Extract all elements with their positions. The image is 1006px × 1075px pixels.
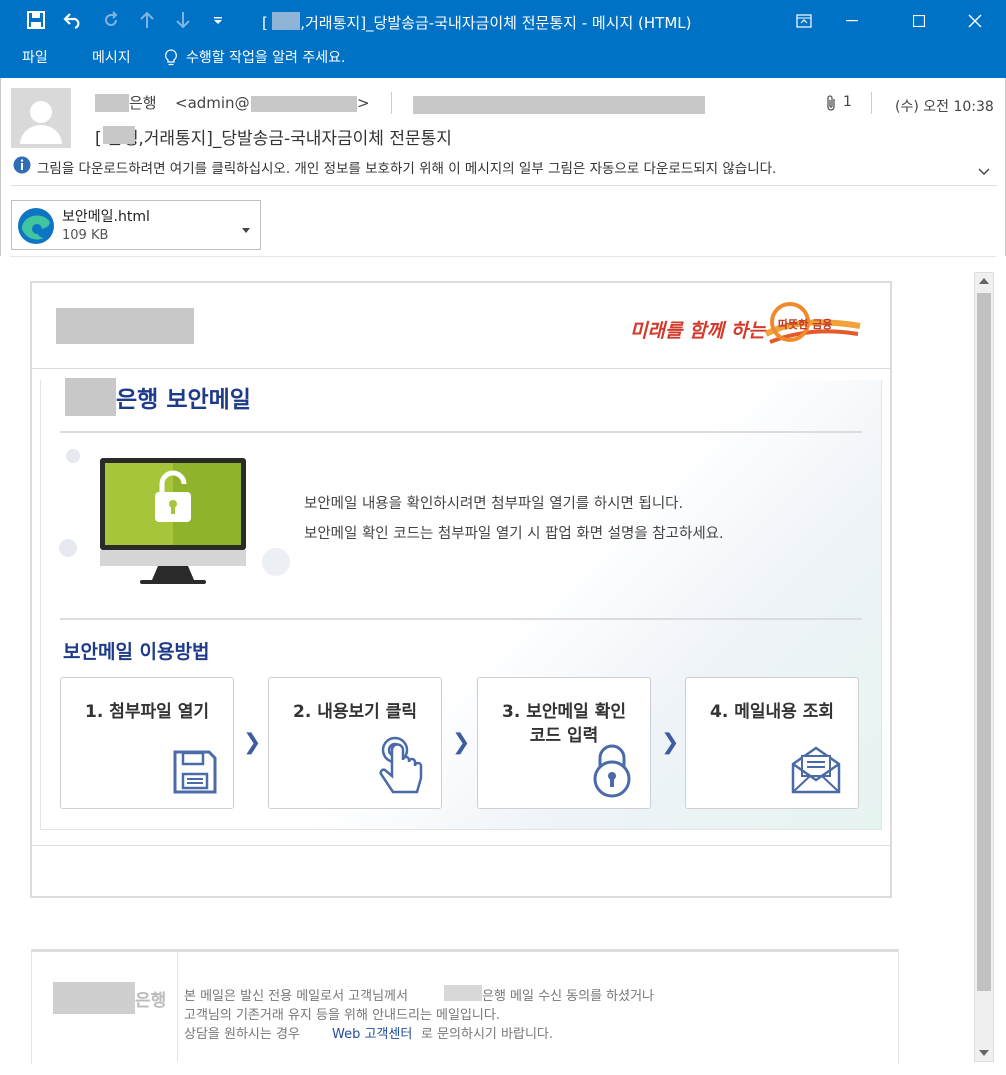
- scrollbar-thumb[interactable]: [977, 293, 991, 991]
- divider: [60, 431, 862, 433]
- customer-center-link[interactable]: Web 고객센터: [332, 1023, 412, 1042]
- avatar: [11, 88, 71, 148]
- step-label: 2. 내용보기 클릭: [293, 702, 417, 722]
- decor-dot: [262, 548, 290, 576]
- subject: [ 은행,거래통지]_당발송금-국내자금이체 전문통지: [95, 129, 452, 149]
- warm-finance-logo: 따뜻한 금융: [760, 296, 864, 352]
- redacted-bank-logo: [53, 982, 135, 1014]
- customize-qat-icon[interactable]: [206, 8, 230, 32]
- received-date: (수) 오전 10:38: [895, 99, 994, 115]
- attachment-card[interactable]: 보안메일.html 109 KB: [11, 200, 261, 250]
- paperclip-icon: [825, 94, 837, 116]
- undo-icon[interactable]: [61, 8, 85, 32]
- footer-line-1b: 은행 메일 수신 동의를 하셨거나: [482, 989, 655, 1004]
- attachment-name: 보안메일.html: [62, 209, 150, 225]
- monitor-lock-illustration: [100, 458, 246, 586]
- attachment-size: 109 KB: [62, 228, 109, 243]
- step-label: 1. 첨부파일 열기: [85, 702, 209, 722]
- divider: [10, 256, 996, 257]
- redacted-bank-logo: [56, 308, 194, 344]
- maximize-icon[interactable]: [896, 0, 942, 42]
- redacted-bank-name: [272, 12, 300, 30]
- vertical-scrollbar[interactable]: [974, 272, 994, 1062]
- padlock-icon: [593, 744, 631, 798]
- close-icon[interactable]: [952, 0, 998, 42]
- info-icon: [13, 156, 31, 178]
- step-open-attachment: 1. 첨부파일 열기: [60, 677, 234, 809]
- chevron-right-icon: ❯: [452, 730, 471, 755]
- message-header: 은행 <admin@ > 1 (수) 오전 10:38 [ 은행,거래통지]_당…: [0, 78, 1006, 256]
- download-pictures-infobar[interactable]: 그림을 다운로드하려면 여기를 클릭하십시오. 개인 정보를 보호하기 위해 이…: [37, 157, 776, 177]
- edge-html-file-icon: [17, 207, 55, 249]
- title-bar: [ 은행,거래통지]_당발송금-국내자금이체 전문통지 - 메시지 (HTML): [0, 0, 1006, 42]
- divider: [871, 92, 872, 114]
- footer-bank-label: 은행: [135, 991, 167, 1011]
- redacted-recipient: [413, 96, 705, 114]
- touch-hand-icon: [379, 736, 423, 794]
- footer-line-1a: 본 메일은 발신 전용 메일로서 고객님께서: [184, 989, 408, 1004]
- footer-line-3b: 로 문의하시기 바랍니다.: [421, 1027, 553, 1042]
- divider: [32, 845, 890, 846]
- divider: [32, 368, 890, 369]
- ribbon: 파일 메시지 수행할 작업을 알려 주세요.: [0, 42, 1006, 78]
- attachment-count: 1: [843, 94, 852, 110]
- redacted-sender: [95, 94, 129, 112]
- footer-line-3a: 상담을 원하시는 경우: [184, 1027, 300, 1042]
- tab-message[interactable]: 메시지: [92, 47, 131, 67]
- divider: [11, 185, 997, 186]
- tab-file[interactable]: 파일: [22, 47, 48, 67]
- divider: [177, 952, 178, 1062]
- instruction-line-2: 보안메일 확인 코드는 첨부파일 열기 시 팝업 화면 설명을 참고하세요.: [304, 526, 724, 542]
- ribbon-display-options-icon[interactable]: [781, 0, 827, 42]
- decor-dot: [66, 449, 80, 463]
- howto-title: 보안메일 이용방법: [63, 641, 210, 663]
- chevron-right-icon: ❯: [243, 730, 262, 755]
- footer-line-2: 고객님의 기존거래 유지 등을 위해 안내드리는 메일입니다.: [184, 1008, 500, 1023]
- step-label: 3. 보안메일 확인 코드 입력: [502, 702, 626, 746]
- step-enter-code: 3. 보안메일 확인 코드 입력: [477, 677, 651, 809]
- redacted-bank-name: [444, 985, 482, 1001]
- lightbulb-icon: [164, 49, 178, 71]
- floppy-disk-icon: [173, 750, 217, 794]
- divider: [391, 92, 392, 114]
- redo-icon[interactable]: [99, 8, 123, 32]
- divider: [60, 618, 862, 620]
- attachment-dropdown-icon[interactable]: [242, 219, 250, 238]
- down-arrow-icon[interactable]: [171, 8, 195, 32]
- scroll-up-icon[interactable]: [979, 277, 989, 285]
- up-arrow-icon[interactable]: [135, 8, 159, 32]
- window-title: [ 은행,거래통지]_당발송금-국내자금이체 전문통지 - 메시지 (HTML): [262, 14, 692, 32]
- sender-email-end: >: [357, 94, 370, 112]
- tell-me-search[interactable]: 수행할 작업을 알려 주세요.: [186, 47, 345, 67]
- step-label: 4. 메일내용 조회: [710, 702, 834, 722]
- instruction-line-1: 보안메일 내용을 확인하시려면 첨부파일 열기를 하시면 됩니다.: [304, 496, 684, 512]
- sender-name[interactable]: 은행: [129, 92, 157, 113]
- svg-text:따뜻한 금융: 따뜻한 금융: [778, 317, 832, 331]
- slogan: 미래를 함께 하는: [630, 320, 766, 342]
- chevron-down-icon[interactable]: [977, 162, 991, 181]
- chevron-right-icon: ❯: [661, 730, 680, 755]
- redacted-email: [251, 96, 357, 112]
- redacted-bank-name: [65, 378, 116, 416]
- heading: 은행 보안메일: [116, 387, 251, 413]
- envelope-icon: [791, 746, 841, 794]
- redacted-bank-name: [103, 126, 135, 144]
- minimize-icon[interactable]: [829, 0, 875, 42]
- scroll-down-icon[interactable]: [979, 1049, 989, 1057]
- sender-email[interactable]: <admin@: [175, 94, 250, 112]
- save-icon[interactable]: [24, 8, 48, 32]
- decor-dot: [59, 539, 77, 557]
- step-view-mail: 4. 메일내용 조회: [685, 677, 859, 809]
- step-view-content: 2. 내용보기 클릭: [268, 677, 442, 809]
